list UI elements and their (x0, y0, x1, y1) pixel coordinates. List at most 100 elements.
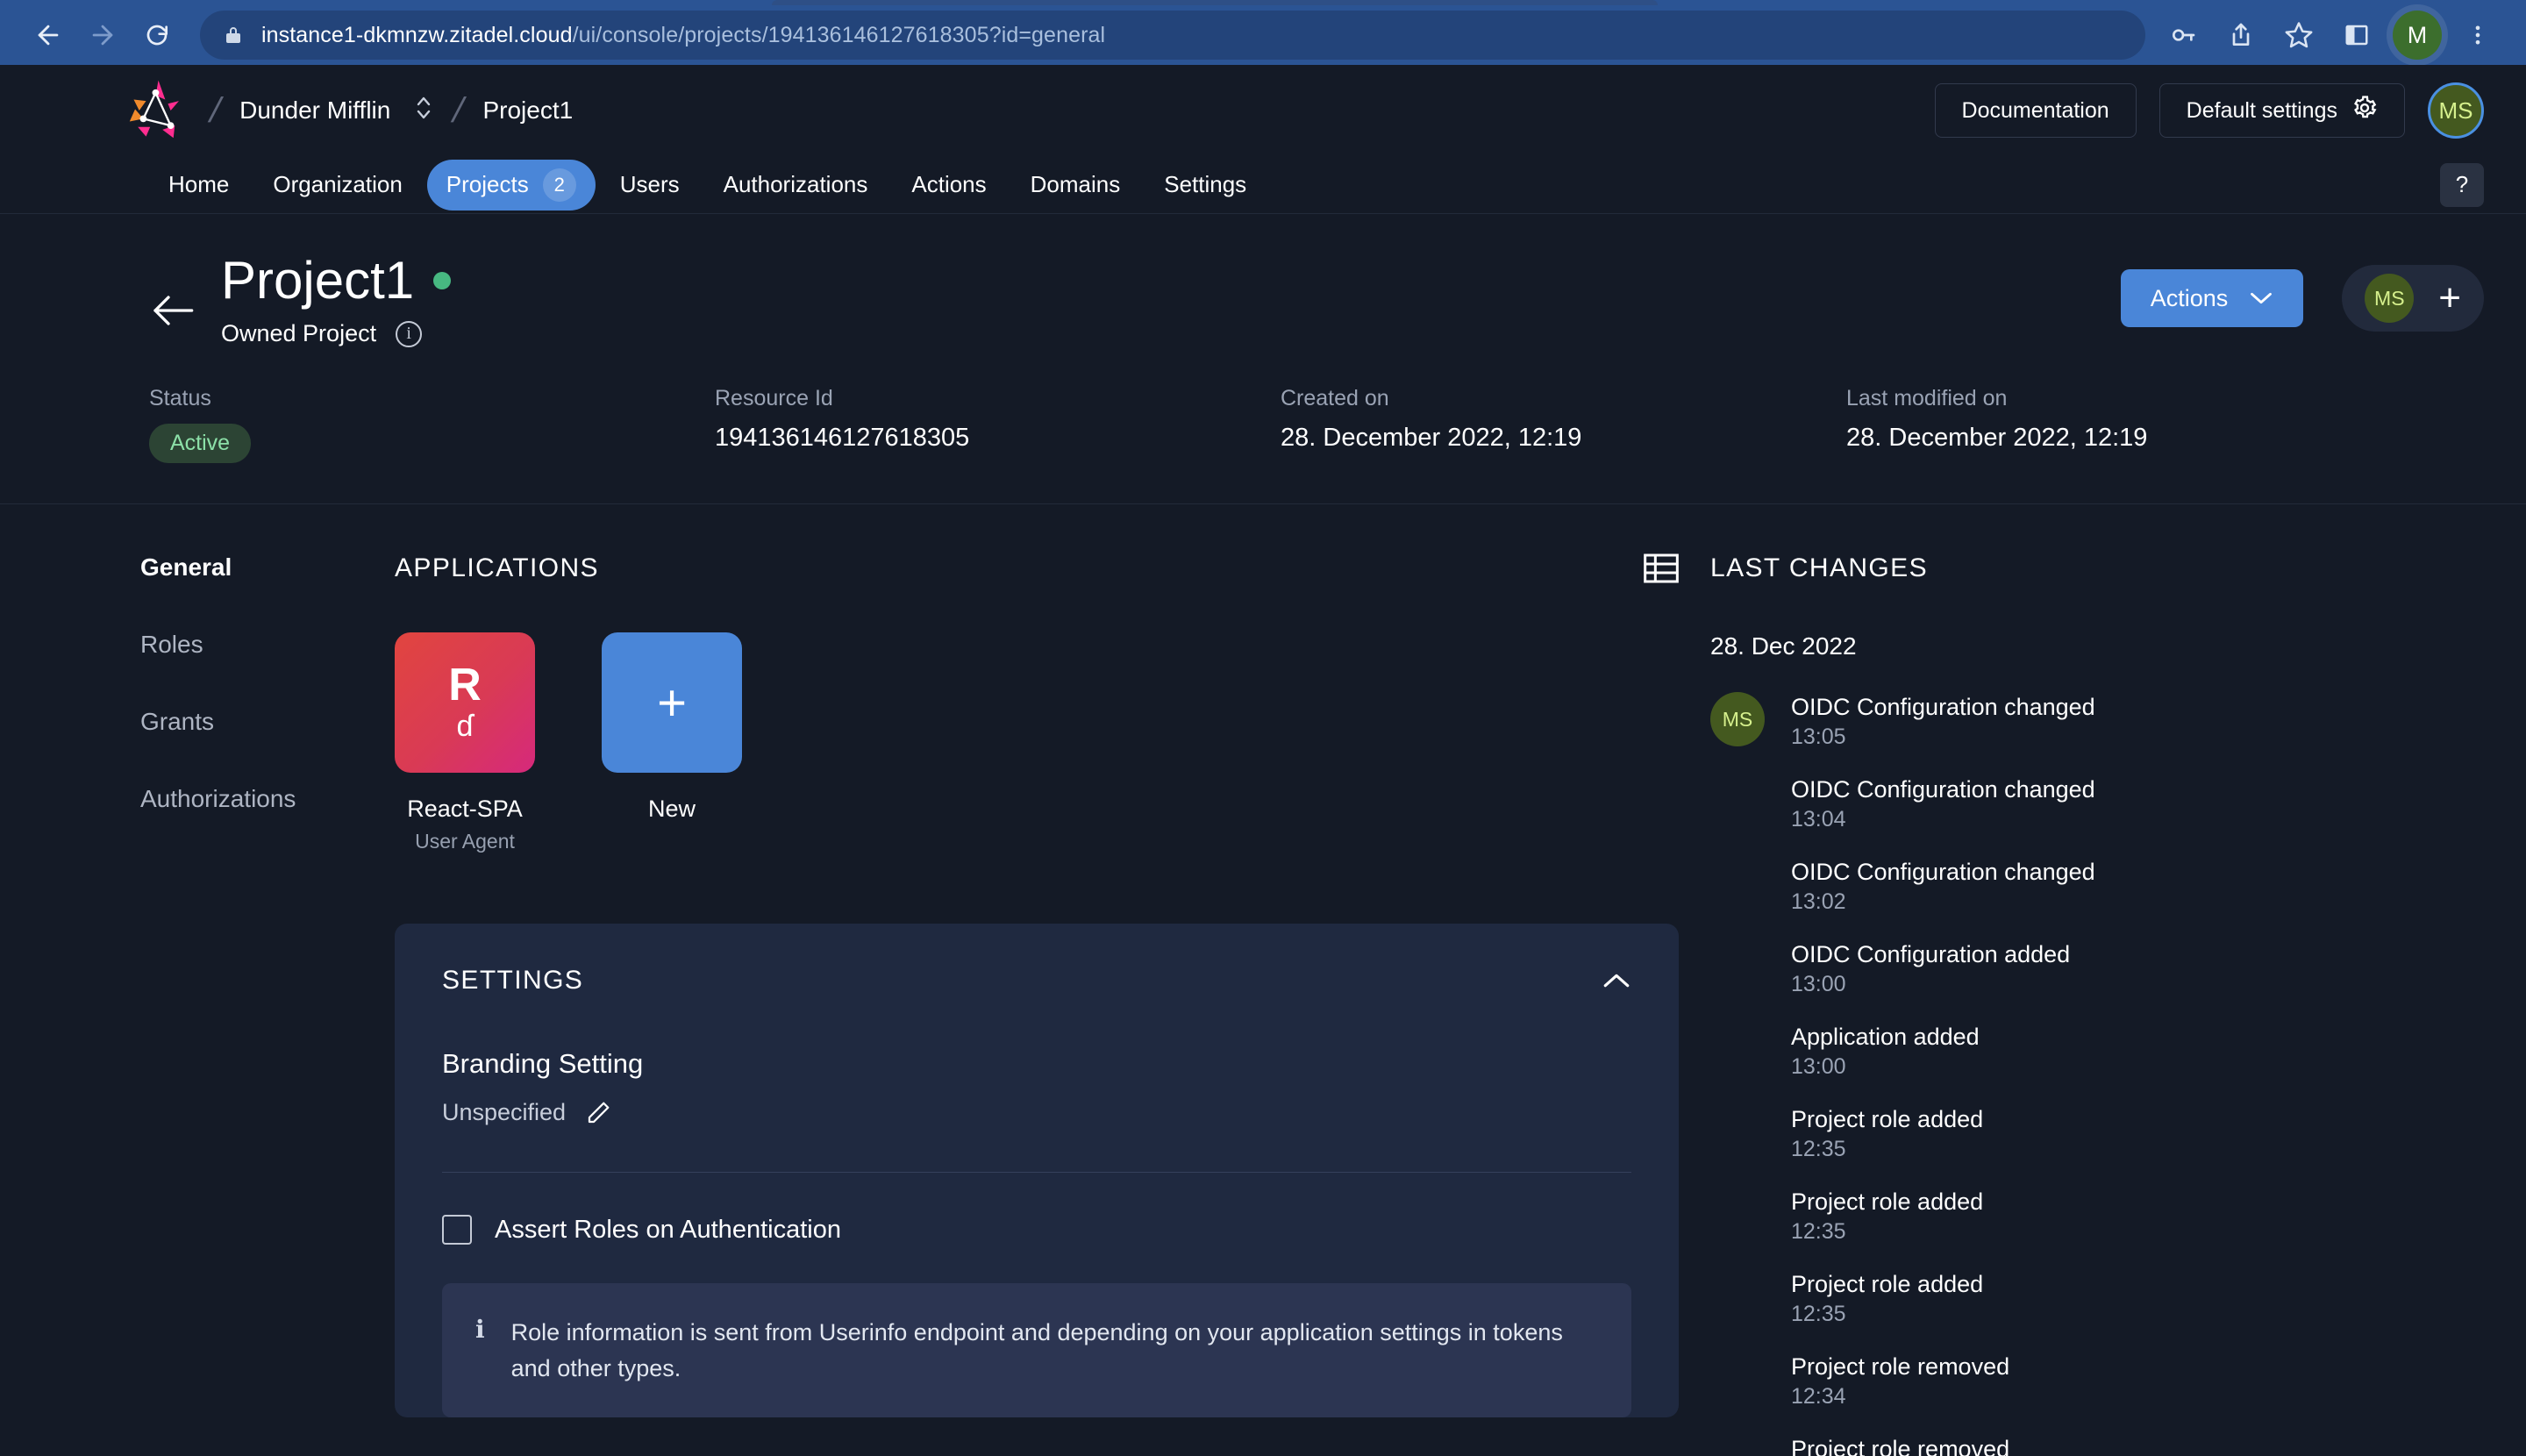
list-item[interactable]: OIDC Configuration added 13:00 (1710, 939, 2149, 997)
application-icon-react-spa: R ɗ (395, 632, 535, 773)
sidebar-item-general[interactable]: General (140, 553, 395, 582)
url-text: instance1-dkmnzw.zitadel.cloud/ui/consol… (261, 23, 1105, 48)
documentation-button[interactable]: Documentation (1934, 83, 2137, 138)
project-side-nav: General Roles Grants Authorizations (0, 553, 395, 1456)
list-item[interactable]: MS OIDC Configuration changed 13:05 (1710, 692, 2149, 750)
application-icon-letter: R (448, 660, 482, 711)
list-item[interactable]: Project role removed 12:34 (1710, 1434, 2149, 1456)
settings-divider (442, 1172, 1631, 1173)
list-item[interactable]: Project role removed 12:34 (1710, 1352, 2149, 1410)
zitadel-logo-icon[interactable] (123, 76, 191, 145)
change-avatar (1710, 1352, 1765, 1406)
console-topbar: / Dunder Mifflin / Project1 Documentatio… (0, 65, 2526, 156)
meta-resource-id: Resource Id 194136146127618305 (715, 386, 1281, 463)
meta-resource-id-label: Resource Id (715, 386, 833, 410)
change-avatar (1710, 1434, 1765, 1456)
info-icon[interactable]: i (396, 320, 423, 347)
side-panel-icon[interactable] (2330, 8, 2384, 62)
forward-arrow-icon[interactable] (75, 8, 130, 62)
list-item[interactable]: Application added 13:00 (1710, 1022, 2149, 1080)
default-settings-label: Default settings (2186, 97, 2337, 123)
project-subtitle: Owned Project i (221, 320, 451, 347)
console-nav-tabs: Home Organization Projects 2 Users Autho… (0, 156, 2526, 214)
tab-actions[interactable]: Actions (892, 162, 1005, 207)
settings-heading: SETTINGS (442, 966, 584, 995)
settings-card-header[interactable]: SETTINGS (442, 966, 1631, 996)
three-dot-menu-icon[interactable] (2451, 8, 2505, 62)
assert-roles-checkbox[interactable] (442, 1215, 472, 1245)
change-time: 13:00 (1791, 972, 1846, 996)
browser-profile-avatar[interactable]: M (2393, 11, 2442, 60)
project-title-text: Project1 (221, 251, 415, 310)
chevron-up-icon[interactable] (1602, 971, 1631, 990)
add-member-icon[interactable]: + (2438, 279, 2461, 318)
change-text: Project role added (1791, 1271, 1984, 1297)
change-text: Project role added (1791, 1188, 1984, 1215)
share-icon[interactable] (2214, 8, 2268, 62)
star-icon[interactable] (2272, 8, 2326, 62)
branding-setting-value-row: Unspecified (442, 1099, 1631, 1126)
back-to-projects-icon[interactable] (149, 293, 198, 332)
reload-icon[interactable] (130, 8, 184, 62)
sidebar-item-authorizations[interactable]: Authorizations (140, 785, 395, 813)
url-path: /ui/console/projects/194136146127618305?… (572, 22, 1106, 47)
pencil-edit-icon[interactable] (585, 1100, 611, 1126)
add-application-label: New (647, 796, 696, 822)
help-button[interactable]: ? (2440, 162, 2484, 207)
table-view-icon[interactable] (1644, 553, 1679, 583)
org-switch-icon[interactable] (413, 91, 434, 131)
applications-grid: R ɗ React-SPA User Agent + New (395, 632, 1679, 853)
meta-status-label: Status (149, 386, 211, 410)
info-icon-small: ℹ (475, 1317, 485, 1344)
back-arrow-icon[interactable] (21, 8, 75, 62)
project-members[interactable]: MS + (2342, 265, 2484, 332)
tab-authorizations[interactable]: Authorizations (704, 162, 888, 207)
meta-resource-id-value: 194136146127618305 (715, 424, 970, 452)
change-avatar (1710, 1104, 1765, 1159)
status-badge: Active (149, 424, 252, 463)
meta-last-modified-value: 28. December 2022, 12:19 (1846, 424, 2148, 452)
zitadel-console: / Dunder Mifflin / Project1 Documentatio… (0, 65, 2526, 1456)
default-settings-button[interactable]: Default settings (2159, 83, 2405, 138)
tab-organization[interactable]: Organization (253, 162, 421, 207)
user-avatar[interactable]: MS (2428, 82, 2484, 139)
application-name: React-SPA (407, 796, 523, 822)
meta-status: Status Active (149, 386, 715, 463)
last-changes-list: MS OIDC Configuration changed 13:05 OIDC… (1710, 692, 2149, 1456)
project-body: General Roles Grants Authorizations APPL… (0, 504, 2526, 1456)
address-bar[interactable]: instance1-dkmnzw.zitadel.cloud/ui/consol… (200, 11, 2145, 60)
application-type: User Agent (415, 830, 515, 853)
breadcrumb-project[interactable]: Project1 (482, 96, 573, 125)
applications-heading: APPLICATIONS (395, 553, 599, 582)
sidebar-item-roles[interactable]: Roles (140, 631, 395, 659)
sidebar-item-grants[interactable]: Grants (140, 708, 395, 736)
list-item[interactable]: Project role added 12:35 (1710, 1104, 2149, 1162)
tab-domains[interactable]: Domains (1011, 162, 1140, 207)
assert-roles-checkbox-row[interactable]: Assert Roles on Authentication (442, 1215, 1631, 1245)
tab-projects[interactable]: Projects 2 (426, 159, 596, 211)
url-host: instance1-dkmnzw.zitadel.cloud (261, 22, 573, 47)
key-icon[interactable] (2156, 8, 2210, 62)
tab-settings[interactable]: Settings (1145, 162, 1266, 207)
change-time: 13:02 (1791, 889, 1846, 914)
list-item[interactable]: OIDC Configuration changed 13:04 (1710, 774, 2149, 832)
tab-users[interactable]: Users (601, 162, 699, 207)
branding-setting-value: Unspecified (442, 1099, 567, 1125)
change-text: Project role added (1791, 1106, 1984, 1132)
application-card-react-spa[interactable]: R ɗ React-SPA User Agent (395, 632, 535, 853)
change-text: OIDC Configuration added (1791, 941, 2071, 967)
assert-roles-label: Assert Roles on Authentication (495, 1215, 841, 1244)
assert-roles-info-text: Role information is sent from Userinfo e… (510, 1319, 1563, 1381)
list-item[interactable]: Project role added 12:35 (1710, 1269, 2149, 1327)
last-changes-date: 28. Dec 2022 (1710, 632, 1857, 660)
list-item[interactable]: Project role added 12:35 (1710, 1187, 2149, 1245)
project-meta-row: Status Active Resource Id 19413614612761… (0, 347, 2526, 504)
change-avatar (1710, 1022, 1765, 1076)
chevron-down-icon (2249, 285, 2273, 312)
actions-button[interactable]: Actions (2120, 269, 2304, 327)
breadcrumb-org[interactable]: Dunder Mifflin (239, 91, 434, 131)
application-card-new[interactable]: + New (602, 632, 742, 853)
meta-last-modified-label: Last modified on (1846, 386, 2008, 410)
list-item[interactable]: OIDC Configuration changed 13:02 (1710, 857, 2149, 915)
tab-home[interactable]: Home (149, 162, 248, 207)
